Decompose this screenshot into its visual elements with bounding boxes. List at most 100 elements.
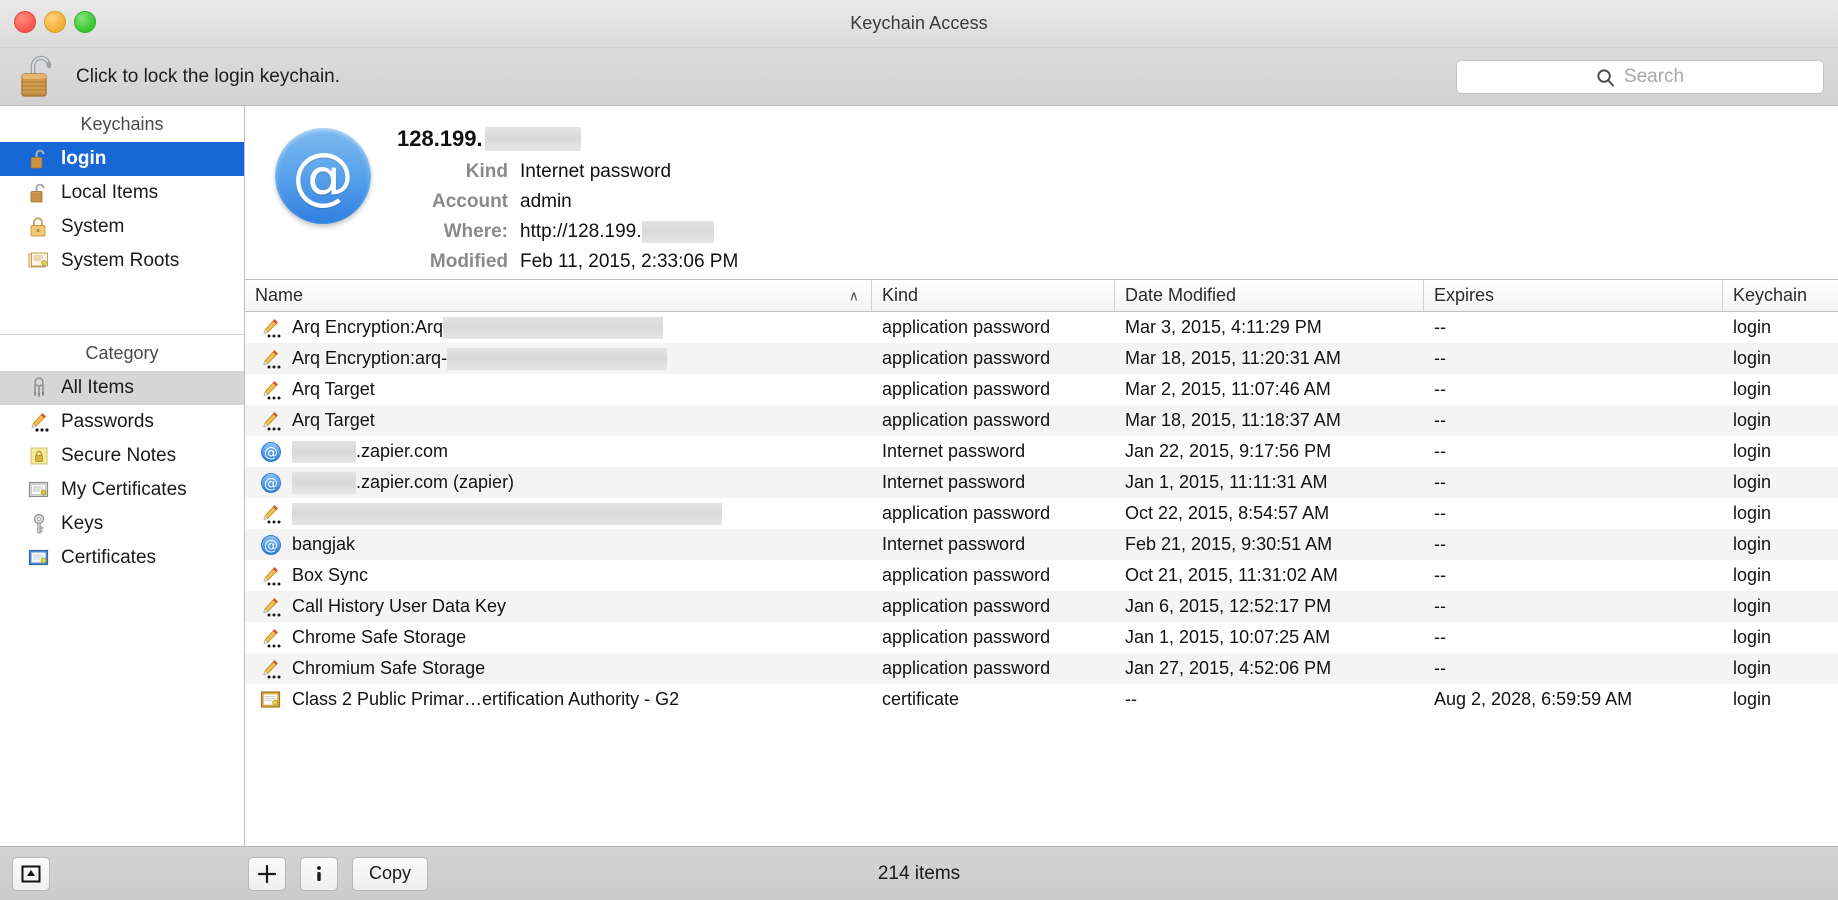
cell-kind: certificate [872,684,1115,715]
table-row[interactable]: Arq Target application passwordMar 2, 201… [245,374,1838,405]
cell-name [245,498,872,529]
table-row[interactable]: Arq Targetapplication passwordMar 18, 20… [245,405,1838,436]
sidebar-item-local-items[interactable]: Local Items [0,176,244,210]
table-row[interactable]: Call History User Data Key application pa… [245,591,1838,622]
cell-date-modified: Jan 22, 2015, 9:17:56 PM [1115,436,1424,467]
locked-padlock-icon [28,216,50,238]
unlocked-padlock-icon [28,182,50,204]
sidebar-item-secure-notes[interactable]: Secure Notes [0,439,244,473]
column-header-kind[interactable]: Kind [872,280,1115,311]
lock-keychain-button[interactable] [14,50,68,104]
redacted-block [292,503,722,525]
sidebar-item-system-roots[interactable]: System Roots [0,244,244,278]
table-row[interactable]: Box Syncapplication passwordOct 21, 2015… [245,560,1838,591]
column-header-label: Keychain [1733,285,1807,306]
sidebar-item-system[interactable]: System [0,210,244,244]
sidebar-item-label: Secure Notes [61,445,176,467]
column-header-name[interactable]: Name ∧ [245,280,872,311]
pencil-password-icon [259,348,283,370]
cell-keychain: login [1723,560,1835,591]
certificate-icon [259,689,283,711]
cell-text: Arq Target [292,410,375,431]
search-icon [1596,68,1615,87]
cell-kind: Internet password [872,529,1115,560]
internet-password-at-icon: @ [275,128,371,224]
info-i-icon [312,863,326,885]
sidebar-item-certificates[interactable]: Certificates [0,541,244,575]
table-row[interactable]: Class 2 Public Primar…ertification Autho… [245,684,1838,715]
table-row[interactable]: @.zapier.com (zapier)Internet passwordJa… [245,467,1838,498]
pencil-password-icon [259,627,283,649]
detail-label: Kind [397,158,520,185]
pencil-password-icon [259,596,283,618]
svg-text:@: @ [264,538,278,554]
keychain-access-window: Keychain Access Click to lock the login … [0,0,1838,900]
category-section-header: Category [0,335,244,371]
cell-date-modified: Oct 21, 2015, 11:31:02 AM [1115,560,1424,591]
cell-text: Call History User Data Key [292,596,506,617]
copy-button[interactable]: Copy [352,857,428,891]
minimize-window-button[interactable] [44,11,66,33]
sidebar-item-all-items[interactable]: All Items [0,371,244,405]
table-row[interactable]: application passwordOct 22, 2015, 8:54:5… [245,498,1838,529]
cell-date-modified: Feb 21, 2015, 9:30:51 AM [1115,529,1424,560]
table-row[interactable]: @ bangjak Internet passwordFeb 21, 2015, 9… [245,529,1838,560]
toggle-keychain-panel-button[interactable] [12,857,50,891]
table-row[interactable]: Chrome Safe Storageapplication passwordJ… [245,622,1838,653]
close-window-button[interactable] [14,11,36,33]
redacted-block [443,317,663,339]
zoom-window-button[interactable] [74,11,96,33]
table-row[interactable]: Chromium Safe Storageapplication passwor… [245,653,1838,684]
search-field[interactable]: Search [1456,60,1824,94]
column-header-date-modified[interactable]: Date Modified [1115,280,1424,311]
content-pane: @ 128.199. Kind Internet password Accoun… [245,106,1838,846]
cell-name: Arq Encryption:Arq [245,312,872,343]
keychains-section-header: Keychains [0,106,244,142]
lock-keychain-label: Click to lock the login keychain. [76,66,340,88]
detail-label: Where: [397,218,520,245]
cell-date-modified: Jan 27, 2015, 4:52:06 PM [1115,653,1424,684]
cell-name-text: Chromium Safe Storage [292,658,485,679]
table-row[interactable]: Arq Encryption:Arqapplication passwordMa… [245,312,1838,343]
sidebar-item-my-certificates[interactable]: My Certificates [0,473,244,507]
sidebar-item-keys[interactable]: Keys [0,507,244,541]
cell-kind: application password [872,374,1115,405]
cell-name: Chromium Safe Storage [245,653,872,684]
cell-text: bangjak [292,534,355,555]
cell-text: Chrome Safe Storage [292,627,466,648]
cell-name-text: Arq Target [292,410,375,431]
bottom-toolbar: Copy 214 items [0,846,1838,900]
column-header-keychain[interactable]: Keychain [1723,280,1835,311]
pencil-password-icon [259,410,283,432]
keychain-items-table: Name ∧ Kind Date Modified Expires Keycha… [245,280,1838,846]
window-titlebar: Keychain Access [0,0,1838,48]
detail-fields: 128.199. Kind Internet password Account … [375,122,738,279]
cell-date-modified: Jan 1, 2015, 10:07:25 AM [1115,622,1424,653]
cell-kind: application password [872,312,1115,343]
cell-text: Box Sync [292,565,368,586]
table-header-row: Name ∧ Kind Date Modified Expires Keycha… [245,280,1838,312]
redacted-block [447,348,667,370]
cell-name-text: .zapier.com (zapier) [292,472,514,494]
table-row[interactable]: Arq Encryption:arq-application passwordM… [245,343,1838,374]
cell-expires: -- [1424,436,1723,467]
cell-kind: application password [872,591,1115,622]
cell-date-modified: Mar 18, 2015, 11:20:31 AM [1115,343,1424,374]
cell-name-text: Arq Target [292,379,375,400]
item-info-button[interactable] [300,857,338,891]
cell-name-text: Class 2 Public Primar…ertification Autho… [292,689,679,710]
cell-text: Arq Target [292,379,375,400]
column-header-expires[interactable]: Expires [1424,280,1723,311]
table-row[interactable]: @.zapier.comInternet passwordJan 22, 201… [245,436,1838,467]
cell-expires: -- [1424,343,1723,374]
cell-date-modified: Mar 2, 2015, 11:07:46 AM [1115,374,1424,405]
cell-text: .zapier.com (zapier) [356,472,514,493]
certificate-icon [28,547,50,569]
redacted-block [292,441,356,463]
cell-name-text: Box Sync [292,565,368,586]
pencil-password-icon [259,379,283,401]
add-item-button[interactable] [248,857,286,891]
sidebar-item-label: Local Items [61,182,158,204]
sidebar-item-passwords[interactable]: Passwords [0,405,244,439]
sidebar-item-login[interactable]: login [0,142,244,176]
